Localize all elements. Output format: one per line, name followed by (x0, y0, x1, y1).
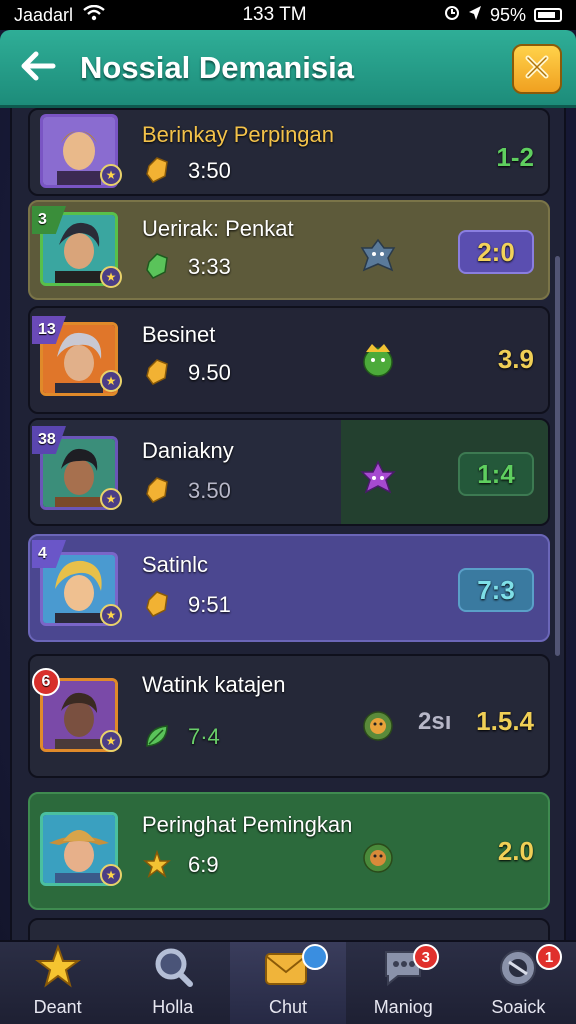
player-score: 1.5.4 (476, 706, 534, 736)
player-name: Watink katajen (142, 672, 286, 697)
star-gem-icon (142, 849, 172, 879)
rank-badge: 6 (32, 668, 60, 696)
controller-icon (495, 944, 541, 995)
player-score: 2:0 (458, 230, 534, 274)
player-name: Besinet (142, 322, 216, 347)
player-score: 1-2 (496, 142, 534, 172)
list-item[interactable]: 13 ★ Besinet 9.50 3.9 (28, 306, 550, 414)
list-item[interactable]: 6 ★ Watink katajen 7·4 2sı 1.5.4 (28, 654, 550, 778)
search-icon (150, 944, 196, 995)
player-name: Peringhat Pemingkan (142, 812, 353, 837)
secondary-score: 2sı (418, 708, 452, 735)
player-time: 9:51 (188, 592, 231, 617)
back-arrow-icon (20, 51, 56, 86)
star-badge-icon: ★ (100, 266, 122, 288)
gem-icon (143, 358, 171, 386)
nav-item-deant[interactable]: Deant (0, 942, 115, 1024)
player-score: 7:3 (458, 568, 534, 612)
page-title: Nossial Demanisia (80, 50, 354, 85)
gem-icon (143, 252, 171, 280)
player-time: 3:33 (188, 254, 231, 279)
player-time: 9.50 (188, 360, 231, 385)
back-button[interactable] (16, 48, 60, 88)
player-score: 1:4 (458, 452, 534, 496)
player-time: 3.50 (188, 478, 231, 503)
header-bar: Nossial Demanisia (0, 30, 576, 108)
nav-item-chut[interactable]: Chut (230, 942, 346, 1024)
player-time: 6:9 (188, 852, 219, 877)
nav-label: Maniog (373, 997, 433, 1017)
player-name: Daniakny (142, 438, 234, 463)
star-badge-icon: ★ (100, 604, 122, 626)
gem-icon (143, 156, 171, 184)
list-item[interactable]: ★ Peringhat Pemingkan 6:9 2.0 (28, 792, 550, 910)
nav-label: Deant (33, 997, 82, 1017)
nav-badge: 3 (412, 944, 439, 970)
nav-item-maniog[interactable]: 3 Maniog (346, 942, 461, 1024)
battery-label: 95% (489, 4, 526, 25)
player-time: 7·4 (188, 724, 220, 749)
nav-item-holla[interactable]: Holla (115, 942, 230, 1024)
star-icon (34, 944, 81, 995)
creature-icon (358, 704, 398, 744)
scrollbar[interactable] (555, 256, 560, 656)
creature-icon (358, 340, 398, 380)
star-badge-icon: ★ (100, 164, 122, 186)
list-item[interactable] (28, 918, 550, 940)
gem-icon (143, 590, 171, 618)
wifi-icon (83, 4, 105, 26)
nav-label: Holla (152, 997, 194, 1017)
star-badge-icon: ★ (100, 370, 122, 392)
bottom-nav: Deant Holla Chut 3 Maniog 1 Soaick (0, 940, 576, 1024)
player-score: 3.9 (497, 344, 534, 374)
carrier-label: Jaadarl (14, 4, 74, 25)
star-badge-icon: ★ (100, 730, 122, 752)
star-badge-icon: ★ (100, 488, 122, 510)
creature-icon (358, 836, 398, 876)
battery-icon (534, 8, 562, 22)
list-item[interactable]: 4 ★ Satinlc 9:51 7:3 (28, 534, 550, 642)
gem-icon (143, 476, 171, 504)
player-time: 3:50 (188, 158, 231, 183)
player-name: Berinkay Perpingan (142, 122, 335, 147)
close-button[interactable] (512, 44, 562, 94)
list-item[interactable]: ★ Berinkay Perpingan 3:50 1-2 (28, 108, 550, 196)
leaderboard-list[interactable]: ★ Berinkay Perpingan 3:50 1-2 3 ★ Uerira… (10, 108, 566, 940)
nav-badge (301, 944, 328, 970)
nav-badge: 1 (536, 944, 563, 970)
list-item[interactable]: 3 ★ Uerirak: Penkat 3:33 2:0 (28, 200, 550, 300)
creature-icon (358, 236, 398, 276)
close-icon (524, 54, 550, 85)
leaf-icon (143, 722, 171, 750)
clock-label: 133 TM (242, 4, 307, 25)
list-item[interactable]: 38 ★ Daniakny 3.50 1:4 (28, 418, 550, 526)
status-bar: Jaadarl 133 TM 95% (0, 0, 576, 30)
nav-label: Chut (268, 997, 308, 1017)
star-badge-icon: ★ (100, 864, 122, 886)
nav-item-soaick[interactable]: 1 Soaick (461, 942, 576, 1024)
location-icon (468, 5, 482, 26)
alarm-icon (444, 5, 460, 26)
nav-label: Soaick (491, 997, 546, 1017)
player-score: 2.0 (497, 836, 534, 866)
creature-icon (358, 458, 398, 498)
player-name: Uerirak: Penkat (142, 216, 294, 241)
player-name: Satinlc (142, 552, 209, 577)
